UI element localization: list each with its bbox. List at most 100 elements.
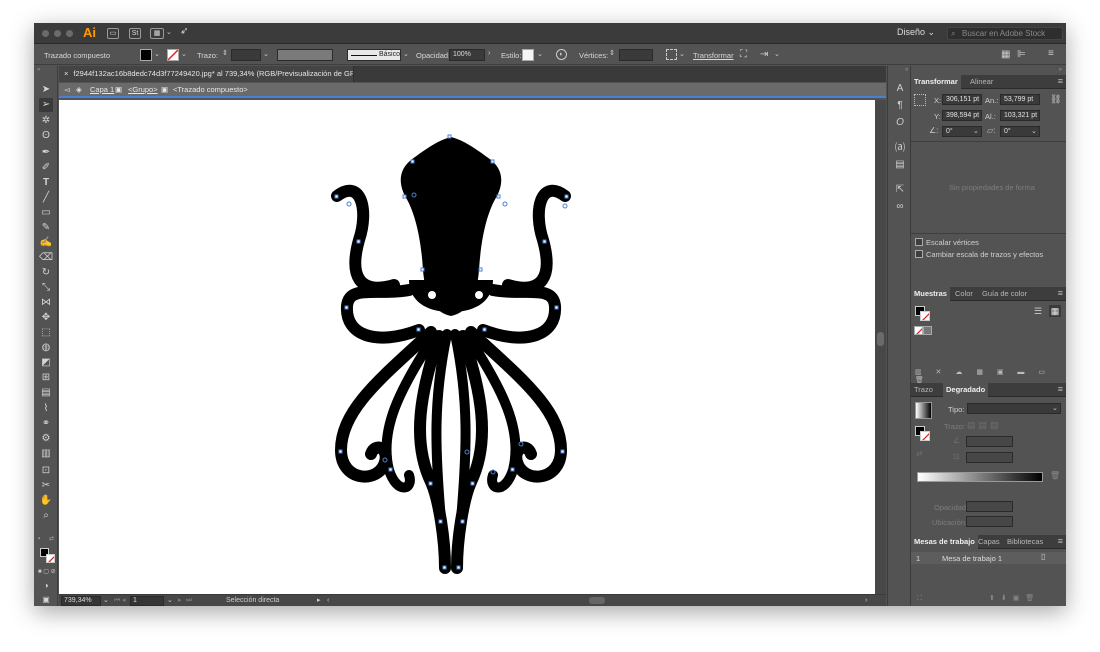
menu-icon[interactable]: ≡: [1048, 48, 1054, 59]
zoom-field[interactable]: 739,34%: [61, 596, 101, 606]
scale-corners-checkbox[interactable]: [915, 238, 923, 246]
zoom-tool-icon[interactable]: ⌕: [39, 509, 53, 523]
next-artboard-icon[interactable]: ▸: [178, 595, 182, 606]
collapse-icon[interactable]: »: [1059, 67, 1062, 73]
panel-menu-icon[interactable]: ≡: [1058, 384, 1063, 394]
paintbrush-tool-icon[interactable]: ✎: [39, 221, 53, 235]
scale-strokes-checkbox[interactable]: [915, 250, 923, 258]
character-styles-icon[interactable]: ⒜: [893, 142, 907, 156]
isolate-icon[interactable]: ⛶: [740, 49, 747, 60]
chevron-down-icon[interactable]: ⌄: [181, 50, 187, 58]
breadcrumb-group[interactable]: <Grupo>: [128, 83, 158, 97]
reference-point-icon[interactable]: [914, 94, 926, 106]
chevron-down-icon[interactable]: ⌄: [263, 50, 269, 58]
gradient-tool-icon[interactable]: ▤: [39, 386, 53, 400]
vertical-scrollbar[interactable]: [875, 100, 886, 594]
previous-artboard-icon[interactable]: ◂: [122, 595, 126, 606]
chevron-down-icon[interactable]: ⌄: [403, 50, 409, 58]
artboard-row[interactable]: 1 Mesa de trabajo 1 ▯: [911, 552, 1066, 564]
chevron-down-icon[interactable]: ⌄: [679, 50, 685, 58]
window-close-button[interactable]: [42, 30, 49, 37]
variable-width-field[interactable]: [277, 49, 333, 61]
chevron-down-icon[interactable]: ⌄: [1052, 404, 1058, 412]
tab-color[interactable]: Color: [952, 287, 976, 301]
tab-color-guide[interactable]: Guía de color: [979, 287, 1030, 301]
blend-tool-icon[interactable]: ⚭: [39, 417, 53, 431]
back-arrow-icon[interactable]: ◅: [64, 83, 70, 97]
swatch-registration[interactable]: [923, 326, 932, 335]
scroll-thumb[interactable]: [877, 332, 884, 346]
magic-wand-tool-icon[interactable]: ✲: [39, 114, 53, 128]
artboard-options-icon[interactable]: ▯: [1041, 552, 1045, 561]
workspace-switcher[interactable]: Diseño ⌄: [897, 27, 935, 38]
chevron-down-icon[interactable]: ⌄: [154, 50, 160, 58]
chevron-down-icon[interactable]: ⌄: [774, 50, 780, 58]
align-to-icon[interactable]: [666, 49, 677, 60]
status-tool-label[interactable]: Selección directa: [226, 595, 279, 606]
panel-menu-icon[interactable]: ≡: [1058, 536, 1063, 546]
document-tab[interactable]: × f2944f132ac16b8dedc74d3f77249420.jpg* a…: [59, 66, 354, 82]
rotate-tool-icon[interactable]: ↻: [39, 266, 53, 280]
chevron-right-icon[interactable]: ›: [488, 50, 490, 57]
window-minimize-button[interactable]: [54, 30, 61, 37]
scale-tool-icon[interactable]: ⤡: [39, 281, 53, 295]
shaper-tool-icon[interactable]: ✍: [39, 236, 53, 250]
scroll-right-icon[interactable]: ›: [865, 595, 867, 606]
artboard-number-field[interactable]: 1: [130, 596, 164, 606]
free-transform-tool-icon[interactable]: ⬚: [39, 326, 53, 340]
character-panel-icon[interactable]: A: [893, 82, 907, 96]
perspective-grid-tool-icon[interactable]: ◩: [39, 356, 53, 370]
line-tool-icon[interactable]: ╱: [39, 191, 53, 205]
gradient-preview-swatch[interactable]: [915, 402, 932, 419]
stepper-icon[interactable]: ⇕: [222, 49, 228, 57]
breadcrumb-layer[interactable]: Capa 1: [90, 83, 114, 97]
arrange-icon[interactable]: ⇥: [760, 49, 768, 60]
gradient-type-select[interactable]: [967, 403, 1061, 414]
swap-colors-icon[interactable]: ⇄: [49, 535, 54, 542]
export-panel-icon[interactable]: ⇱: [893, 183, 907, 197]
gradient-slider[interactable]: [917, 472, 1043, 482]
swatch-stroke-icon[interactable]: [920, 311, 930, 321]
collapse-icon[interactable]: »: [37, 67, 40, 73]
default-colors-icon[interactable]: ▪: [38, 536, 40, 542]
align-icon[interactable]: ⊫: [1017, 49, 1026, 60]
screen-mode-icon[interactable]: ▣: [39, 593, 53, 606]
rearrange-artboards-icon[interactable]: ⛶: [917, 595, 922, 603]
constrain-proportions-icon[interactable]: ⛓: [1050, 94, 1061, 105]
swatch-none[interactable]: [914, 326, 923, 335]
fill-swatch[interactable]: [140, 49, 152, 61]
panel-menu-icon[interactable]: ≡: [1058, 288, 1063, 298]
artboards-footer-icons[interactable]: ⬆⬇▣🗑: [989, 594, 1040, 602]
transform-link[interactable]: Transformar: [693, 51, 734, 60]
y-field[interactable]: 398,594 pt: [942, 110, 982, 121]
recolor-artwork-icon[interactable]: ◐: [556, 49, 567, 60]
collapse-icon[interactable]: «: [905, 67, 908, 73]
shape-builder-tool-icon[interactable]: ◍: [39, 341, 53, 355]
delete-stop-icon[interactable]: 🗑: [1050, 471, 1060, 480]
chevron-down-icon[interactable]: ⌄: [167, 595, 173, 606]
last-artboard-icon[interactable]: ⏭: [186, 595, 192, 606]
hand-tool-icon[interactable]: ✋: [39, 494, 53, 508]
opacity-field[interactable]: 100%: [449, 49, 485, 61]
lasso-tool-icon[interactable]: ʘ: [39, 129, 53, 143]
stock-icon[interactable]: St: [129, 28, 141, 39]
tab-swatches[interactable]: Muestras: [911, 287, 950, 301]
tab-close-icon[interactable]: ×: [64, 69, 68, 78]
puppet-warp-tool-icon[interactable]: ✥: [39, 311, 53, 325]
eraser-tool-icon[interactable]: ⌫: [39, 251, 53, 265]
eyedropper-tool-icon[interactable]: ⌇: [39, 402, 53, 416]
list-view-icon[interactable]: ☰: [1034, 306, 1042, 317]
pen-tool-icon[interactable]: ✒: [39, 146, 53, 160]
paragraph-styles-icon[interactable]: ▤: [893, 158, 907, 172]
color-mode-icons[interactable]: ■ ▢ ⊘: [38, 568, 56, 575]
stroke-weight-field[interactable]: [231, 49, 261, 61]
draw-mode-icon[interactable]: ◑: [39, 579, 53, 593]
opentype-panel-icon[interactable]: O: [893, 116, 907, 130]
curvature-tool-icon[interactable]: ✐: [39, 161, 53, 175]
first-artboard-icon[interactable]: ⏮: [114, 595, 120, 606]
chevron-down-icon[interactable]: ⌄: [1031, 127, 1037, 135]
tab-transform[interactable]: Transformar: [911, 75, 961, 89]
rectangle-tool-icon[interactable]: ▭: [39, 206, 53, 220]
toolbox-stroke-swatch[interactable]: [46, 554, 55, 563]
chevron-down-icon[interactable]: ⌄: [166, 28, 172, 36]
